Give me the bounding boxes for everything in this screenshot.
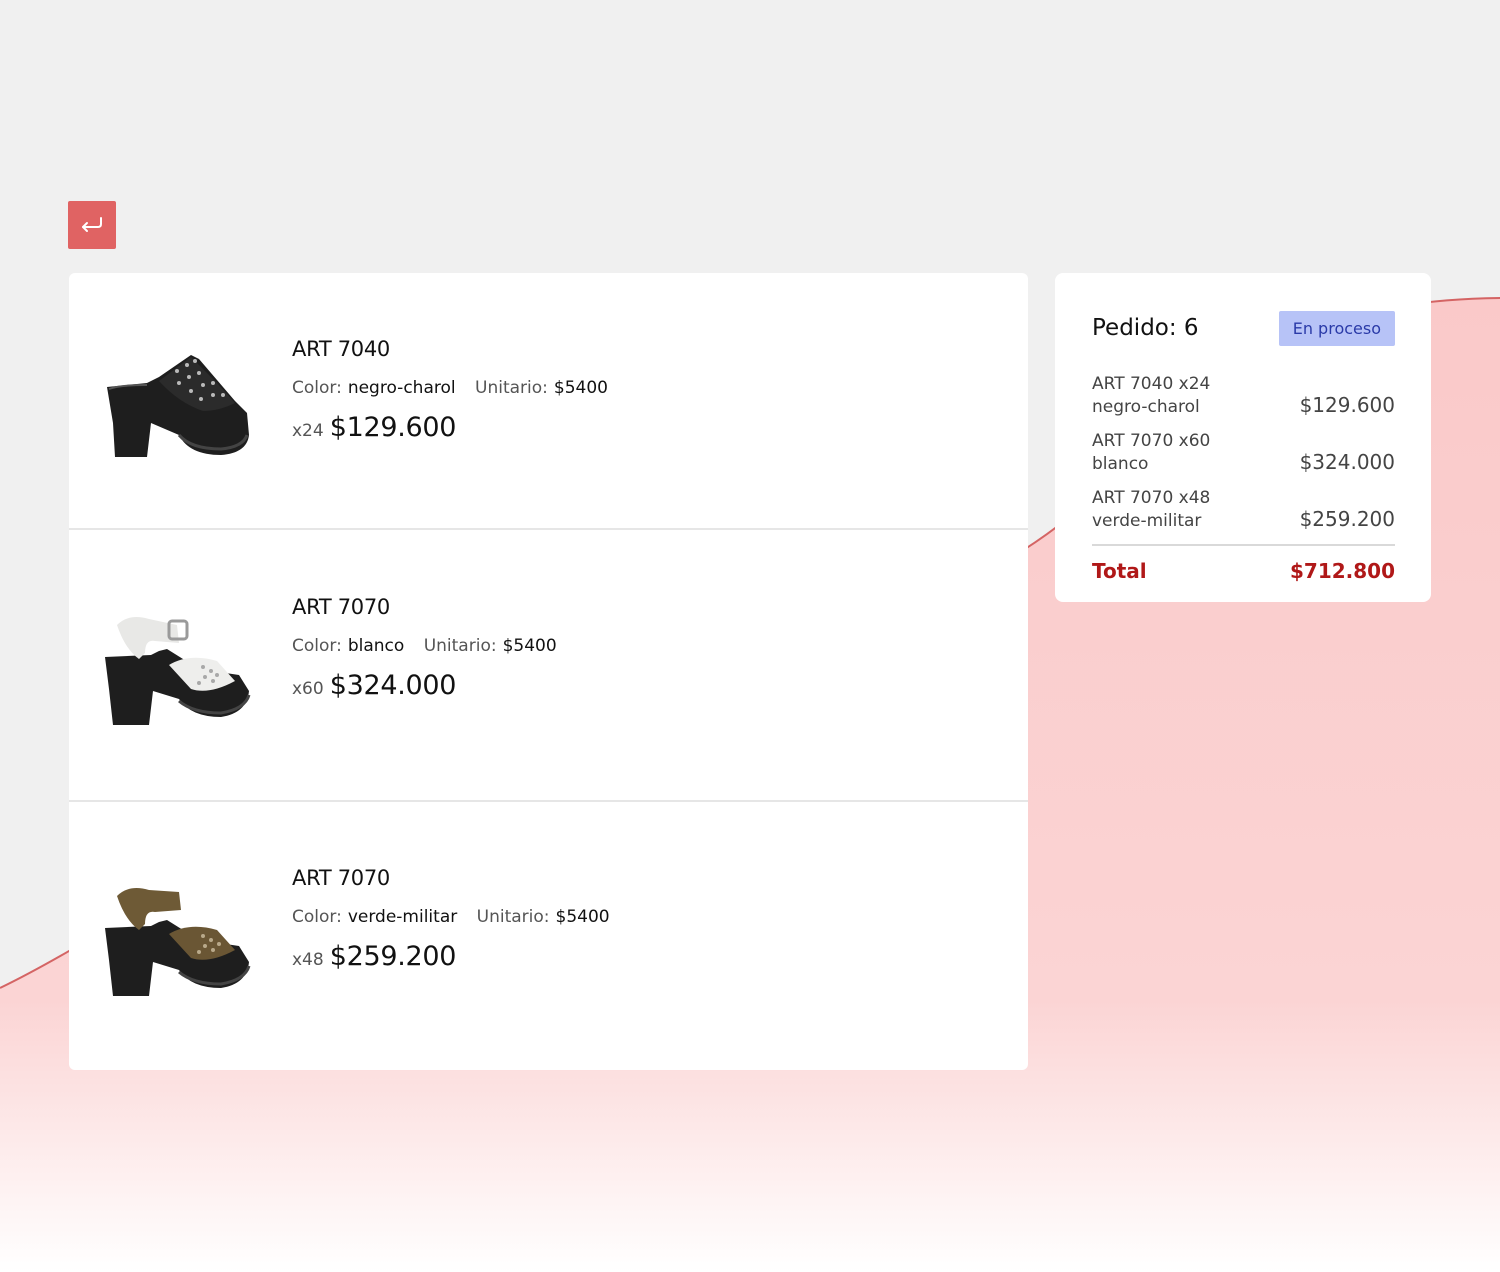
list-item: ART 7070 Color: blanco Unitario: $5400 x60… — [69, 531, 1028, 802]
item-price: $129.600 — [329, 412, 457, 443]
item-title: ART 7070 — [292, 866, 390, 890]
color-label: Color: — [292, 636, 342, 656]
item-quantity: x60 — [292, 679, 324, 699]
item-quantity: x24 — [292, 421, 324, 441]
total-value: $712.800 — [1289, 559, 1395, 583]
summary-line: ART 7070 x60 blanco $324.000 — [1092, 419, 1395, 476]
shoe-white-icon — [105, 617, 251, 725]
summary-line-art: ART 7070 x48 — [1092, 488, 1211, 508]
summary-line-color: negro-charol — [1092, 397, 1200, 417]
order-items-list: ART 7040 Color: negro-charol Unitario: $54… — [69, 273, 1028, 1070]
back-button[interactable] — [68, 201, 116, 249]
unit-value: $5400 — [555, 907, 610, 927]
unit-value: $5400 — [502, 636, 557, 656]
shoe-olive-icon — [105, 888, 251, 996]
summary-line-color: blanco — [1092, 454, 1149, 474]
color-value: verde-militar — [347, 907, 458, 927]
order-title: Pedido: 6 — [1092, 315, 1199, 341]
list-item: ART 7070 Color: verde-militar Unitario: $5… — [69, 802, 1028, 1070]
item-meta: Color: verde-militar Unitario: $5400 — [292, 907, 624, 927]
summary-line-amount: $259.200 — [1299, 507, 1395, 531]
item-price: $324.000 — [329, 670, 457, 701]
total-line: Total $712.800 — [1092, 559, 1395, 583]
item-meta: Color: blanco Unitario: $5400 — [292, 636, 571, 656]
summary-line-amount: $324.000 — [1299, 450, 1395, 474]
summary-divider — [1092, 544, 1395, 546]
order-summary-card: Pedido: 6 En proceso ART 7040 x24 negro-… — [1055, 273, 1431, 602]
summary-line-color: verde-militar — [1092, 511, 1202, 531]
item-title: ART 7040 — [292, 337, 390, 361]
list-item: ART 7040 Color: negro-charol Unitario: $54… — [69, 273, 1028, 530]
return-arrow-icon — [82, 217, 102, 232]
summary-line-desc: ART 7040 x24 negro-charol — [1092, 373, 1210, 419]
summary-line-amount: $129.600 — [1299, 393, 1395, 417]
item-price-line: x24 $129.600 — [292, 412, 622, 443]
item-quantity: x48 — [292, 950, 324, 970]
item-info: ART 7070 Color: blanco Unitario: $5400 x60… — [292, 595, 571, 701]
unit-label: Unitario: — [475, 378, 548, 398]
unit-label: Unitario: — [423, 636, 497, 656]
unit-value: $5400 — [553, 378, 608, 398]
item-info: ART 7070 Color: verde-militar Unitario: $5… — [292, 866, 624, 972]
color-value: negro-charol — [347, 378, 456, 398]
status-badge: En proceso — [1278, 310, 1395, 346]
summary-line-desc: ART 7070 x48 verde-militar — [1092, 487, 1210, 533]
summary-line-desc: ART 7070 x60 blanco — [1092, 430, 1210, 476]
color-label: Color: — [292, 907, 342, 927]
total-label: Total — [1092, 559, 1147, 583]
summary-line-art: ART 7070 x60 — [1092, 431, 1211, 451]
item-title: ART 7070 — [292, 595, 390, 619]
summary-lines: ART 7040 x24 negro-charol $129.600 ART 7… — [1092, 362, 1395, 533]
item-price: $259.200 — [329, 941, 457, 972]
summary-header: Pedido: 6 En proceso — [1092, 310, 1395, 346]
item-price-line: x60 $324.000 — [292, 670, 571, 701]
shoe-black-patent-icon — [107, 355, 249, 457]
summary-line: ART 7070 x48 verde-militar $259.200 — [1092, 476, 1395, 533]
item-price-line: x48 $259.200 — [292, 941, 624, 972]
summary-line: ART 7040 x24 negro-charol $129.600 — [1092, 362, 1395, 419]
color-label: Color: — [292, 378, 342, 398]
item-meta: Color: negro-charol Unitario: $5400 — [292, 378, 622, 398]
summary-line-art: ART 7040 x24 — [1092, 374, 1211, 394]
unit-label: Unitario: — [476, 907, 550, 927]
item-info: ART 7040 Color: negro-charol Unitario: $54… — [292, 337, 622, 443]
color-value: blanco — [347, 636, 405, 656]
